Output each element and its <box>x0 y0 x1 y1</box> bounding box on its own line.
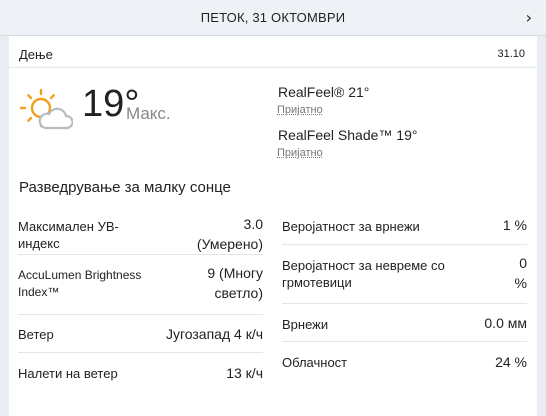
date-header: ПЕТОК, 31 ОКТОМВРИ › <box>0 0 546 36</box>
detail-label: Веројатност за врнежи <box>282 219 420 234</box>
detail-value: 9 (Многу светло) <box>207 265 263 301</box>
detail-value: 3.0 (Умерено) <box>196 216 263 252</box>
detail-label: Облачност <box>282 355 348 370</box>
detail-label: AccuLumen Brightness Index™ <box>18 268 142 299</box>
realfeel: RealFeel® 21° <box>278 84 370 100</box>
detail-value: 1 % <box>502 217 527 233</box>
detail-row-brightness: AccuLumen Brightness Index™ 9 (Многу све… <box>18 255 263 315</box>
weather-phrase: Разведрување за малку сонце <box>19 179 231 196</box>
detail-row-gusts: Налети на ветер 13 к/ч <box>18 353 263 393</box>
detail-label: Максимален УВ- индекс <box>18 219 119 251</box>
detail-row-thunderstorm-probability: Веројатност за невреме со грмотевици 0 % <box>282 245 527 304</box>
chevron-right-icon[interactable]: › <box>526 8 532 27</box>
detail-row-precipitation: Врнежи 0.0 мм <box>282 304 527 342</box>
detail-label: Налети на ветер <box>18 366 118 381</box>
temp-label: Макс. <box>126 104 171 123</box>
partly-sunny-icon <box>19 88 73 130</box>
detail-value: 0.0 мм <box>484 315 527 331</box>
realfeel-shade-desc[interactable]: Пријатно <box>277 147 323 159</box>
detail-value: 24 % <box>495 354 527 370</box>
date-title: ПЕТОК, 31 ОКТОМВРИ <box>200 10 346 25</box>
detail-row-precip-probability: Веројатност за врнежи 1 % <box>282 206 527 245</box>
details-left: Максимален УВ- индекс 3.0 (Умерено) Accu… <box>18 206 263 393</box>
details-right: Веројатност за врнежи 1 % Веројатност за… <box>282 206 527 380</box>
day-label: Дење <box>19 47 53 62</box>
detail-row-uv: Максимален УВ- индекс 3.0 (Умерено) <box>18 206 263 255</box>
realfeel-desc[interactable]: Пријатно <box>277 104 323 116</box>
detail-row-wind: Ветер Југозапад 4 к/ч <box>18 315 263 353</box>
day-row: Дење 31.10 <box>19 47 525 65</box>
detail-value: Југозапад 4 к/ч <box>165 326 263 342</box>
realfeel-shade: RealFeel Shade™ 19° <box>278 127 418 143</box>
day-date: 31.10 <box>497 48 525 60</box>
detail-row-cloud-cover: Облачност 24 % <box>282 342 527 380</box>
day-forecast-card: Дење 31.10 19° Макс. RealFeel® 21° Прија… <box>9 36 537 416</box>
divider <box>9 67 537 68</box>
detail-label: Врнежи <box>282 317 329 332</box>
detail-label: Ветер <box>18 327 54 342</box>
detail-value: 13 к/ч <box>226 365 263 381</box>
detail-label: Веројатност за невреме со грмотевици <box>282 258 445 290</box>
detail-value: 0 % <box>514 255 527 291</box>
